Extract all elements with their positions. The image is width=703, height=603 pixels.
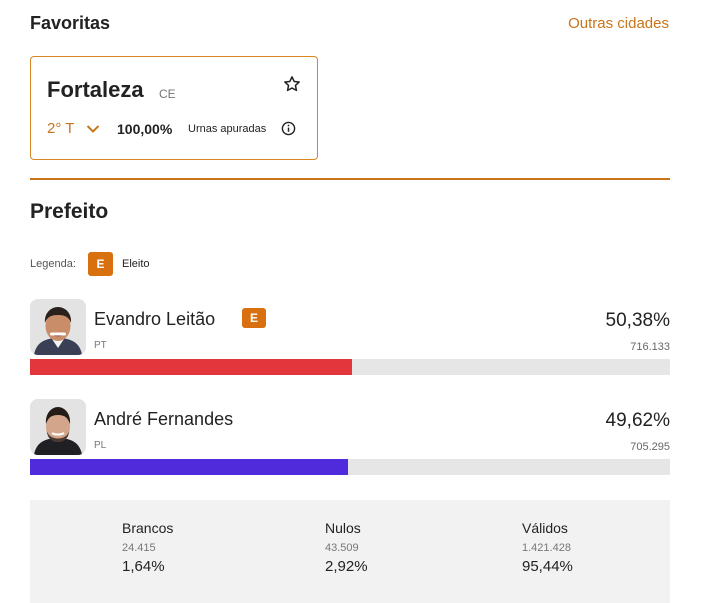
candidate-row: Evandro Leitão E PT 50,38% 716.133 bbox=[30, 299, 670, 379]
vote-bar-fill bbox=[30, 459, 348, 475]
summary-percent: 95,44% bbox=[522, 558, 573, 575]
legend-text: Eleito bbox=[122, 258, 150, 270]
candidate-name: Evandro Leitão bbox=[94, 309, 216, 329]
divider bbox=[30, 178, 670, 180]
summary-count: 24.415 bbox=[122, 542, 156, 554]
chevron-down-icon bbox=[87, 124, 100, 133]
summary-label: Brancos bbox=[122, 520, 174, 536]
summary-validos: Válidos 1.421.428 95,44% bbox=[522, 520, 573, 575]
info-circle-icon[interactable] bbox=[281, 121, 296, 136]
summary-count: 1.421.428 bbox=[522, 542, 571, 554]
summary-percent: 1,64% bbox=[122, 558, 165, 575]
summary-count: 43.509 bbox=[325, 542, 359, 554]
city-card: Fortaleza CE 2° T 100,00% Urnas apuradas bbox=[30, 56, 318, 160]
candidate-party: PL bbox=[94, 440, 107, 451]
votes-summary: Brancos 24.415 1,64% Nulos 43.509 2,92% … bbox=[30, 500, 670, 603]
urnas-percent: 100,00% bbox=[117, 121, 173, 137]
vote-bar-track bbox=[30, 459, 670, 475]
city-name: Fortaleza bbox=[47, 77, 144, 102]
favorites-title: Favoritas bbox=[30, 13, 111, 33]
candidate-votes: 705.295 bbox=[630, 441, 670, 453]
summary-percent: 2,92% bbox=[325, 558, 368, 575]
vote-bar-track bbox=[30, 359, 670, 375]
candidate-name: André Fernandes bbox=[94, 409, 234, 429]
candidate-party: PT bbox=[94, 340, 107, 351]
avatar bbox=[30, 399, 86, 455]
candidate-votes: 716.133 bbox=[630, 341, 670, 353]
urnas-label: Urnas apuradas bbox=[188, 123, 267, 135]
summary-brancos: Brancos 24.415 1,64% bbox=[122, 520, 173, 575]
round-selector[interactable]: 2° T bbox=[47, 120, 100, 137]
city-state: CE bbox=[159, 87, 176, 101]
summary-nulos: Nulos 43.509 2,92% bbox=[325, 520, 368, 575]
elected-badge: E bbox=[242, 308, 266, 328]
summary-label: Válidos bbox=[522, 520, 568, 536]
elected-badge: E bbox=[88, 252, 113, 276]
vote-bar-fill bbox=[30, 359, 353, 375]
round-label: 2° T bbox=[47, 120, 75, 137]
candidate-percent: 50,38% bbox=[605, 310, 670, 331]
candidate-percent: 49,62% bbox=[605, 410, 670, 431]
candidate-row: André Fernandes PL 49,62% 705.295 bbox=[30, 399, 670, 479]
section-title: Prefeito bbox=[30, 200, 109, 223]
avatar bbox=[30, 299, 86, 355]
star-outline-icon[interactable] bbox=[283, 75, 301, 93]
summary-label: Nulos bbox=[325, 520, 361, 536]
other-cities-link[interactable]: Outras cidades bbox=[568, 15, 669, 32]
legend-label: Legenda: bbox=[30, 258, 76, 270]
